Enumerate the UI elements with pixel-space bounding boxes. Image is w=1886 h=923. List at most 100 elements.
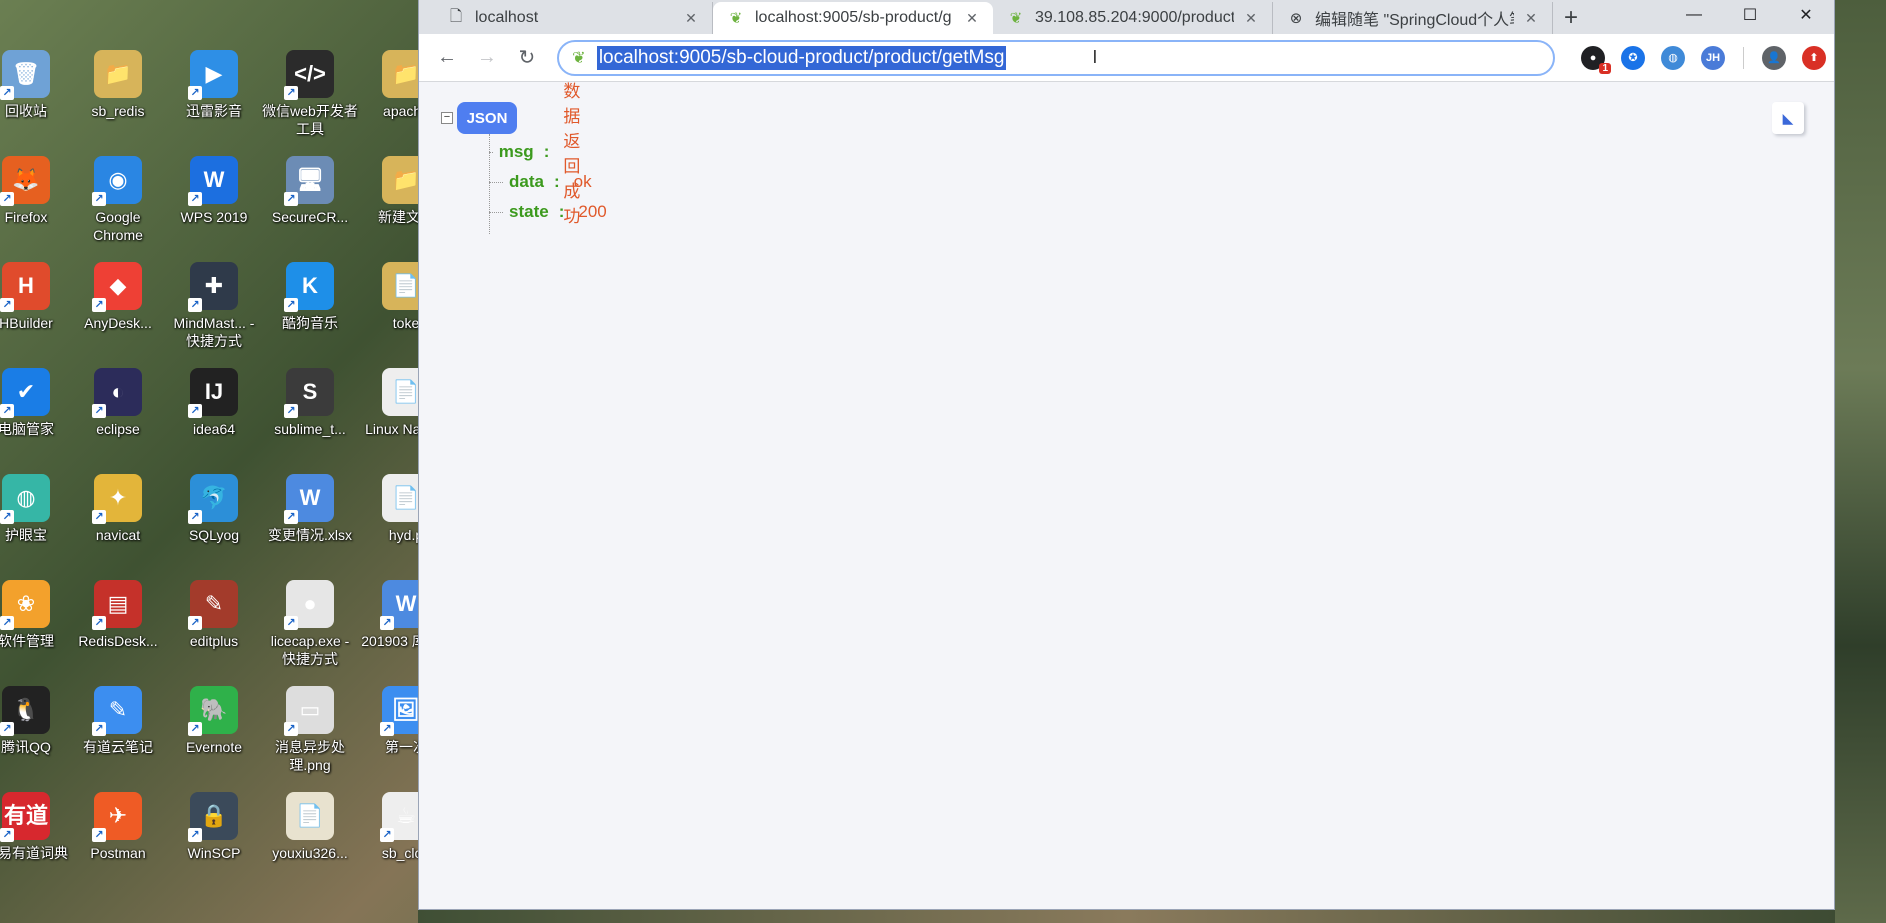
shortcut-icon: 📁 [382,50,418,98]
tab-localhost[interactable]: 🗋 localhost ✕ [433,2,713,34]
desktop-shortcut[interactable]: 🗑 回收站 [0,50,74,120]
shortcut-label: hyd.p [388,527,418,543]
shortcut-label: 回收站 [5,103,47,119]
json-row-data: data : ok [489,172,592,192]
desktop-shortcut[interactable]: IJ idea64 [166,368,262,438]
shortcut-label: WPS 2019 [180,209,248,225]
shortcut-icon: ● [284,580,334,630]
shortcut-label: WinSCP [187,845,241,861]
desktop-shortcut[interactable]: 📁 新建文件 [358,156,418,226]
profile-icon[interactable]: 👤 [1762,45,1787,70]
desktop-shortcut[interactable]: ◍ 护眼宝 [0,474,74,544]
tab-remote-product[interactable]: ❦ 39.108.85.204:9000/product ✕ [993,2,1273,34]
desktop-shortcut[interactable]: ✎ 有道云笔记 [70,686,166,756]
desktop-shortcut[interactable]: 📄 hyd.p [358,474,418,544]
shortcut-icon: ▶ [188,50,238,100]
shortcut-icon: </> [284,50,334,100]
desktop-shortcut[interactable]: ✎ editplus [166,580,262,650]
shortcut-label: 新建文件 [378,209,418,225]
desktop-shortcut[interactable]: ✚MindMast... - 快捷方式 [166,262,262,350]
desktop-shortcut[interactable]: 📄 youxiu326... [262,792,358,862]
minimize-button[interactable]: — [1666,0,1722,30]
collapse-toggle[interactable]: − [441,112,453,124]
ext-jh-icon[interactable]: JH [1701,45,1726,70]
desktop-shortcut[interactable]: 🔒 WinSCP [166,792,262,862]
shortcut-label: 微信web开发者工具 [262,103,358,137]
desktop-wallpaper-right [1835,0,1886,923]
desktop-shortcut[interactable]: ▤ RedisDesk... [70,580,166,650]
desktop-shortcut[interactable]: W 变更情况.xlsx [262,474,358,544]
desktop-shortcut[interactable]: 🐬 SQLyog [166,474,262,544]
desktop-shortcut[interactable]: 🖼 第一次 [358,686,418,756]
desktop-shortcut[interactable]: ◆ AnyDesk... [70,262,166,332]
desktop-shortcut[interactable]: ▭消息异步处理.png [262,686,358,774]
json-row-msg: msg : 数据返回成功 [489,82,591,226]
tab-cnblogs-edit[interactable]: ⊗ 编辑随笔 "SpringCloud个人笔 ✕ [1273,2,1553,34]
desktop-shortcut[interactable]: ◐ eclipse [70,368,166,438]
desktop-shortcut[interactable]: 🐧 腾讯QQ [0,686,74,756]
shortcut-icon: 📄 [382,368,418,416]
desktop-shortcut[interactable]: ☕ sb_clou [358,792,418,862]
shortcut-icon: W [284,474,334,524]
desktop-shortcut[interactable]: ✦ navicat [70,474,166,544]
desktop-shortcut[interactable]: 📁 apache [358,50,418,120]
desktop-shortcut[interactable]: 📄 Linux Names [358,368,418,438]
shortcut-label: AnyDesk... [84,315,152,331]
spring-leaf-icon: ❦ [572,49,586,67]
shortcut-label: Postman [90,845,146,861]
new-tab-button[interactable]: + [1553,2,1589,34]
desktop-shortcut[interactable]: K 酷狗音乐 [262,262,358,332]
desktop-shortcut[interactable]: 有道网易有道词典 [0,792,74,862]
desktop-shortcut[interactable]: 📄 toke [358,262,418,332]
desktop-shortcut[interactable]: ◉Google Chrome [70,156,166,244]
json-root-badge[interactable]: JSON [457,102,517,134]
desktop-shortcut[interactable]: H HBuilder [0,262,74,332]
shortcut-icon: K [284,262,334,312]
tab-sb-product[interactable]: ❦ localhost:9005/sb-product/g ✕ [713,2,993,34]
shortcut-icon: 📄 [382,474,418,522]
tree-branch [489,181,503,183]
json-key: msg [498,142,534,161]
desktop-shortcut[interactable]: ✔ 电脑管家 [0,368,74,438]
desktop-shortcut[interactable]: Ssublime_t... [262,368,358,438]
shortcut-icon: ✈ [92,792,142,842]
spring-leaf-icon: ❦ [1009,10,1023,27]
ext-dark-icon[interactable]: ● 1 [1581,45,1612,74]
shortcut-icon: ◆ [92,262,142,312]
view-toggle-icon[interactable]: ◣ [1772,102,1804,134]
desktop-shortcut[interactable]: W 201903 库单.x [358,580,418,650]
close-icon[interactable]: ✕ [963,10,981,27]
shortcut-icon: 📄 [286,792,334,840]
forward-button[interactable]: → [469,40,505,76]
desktop-shortcut[interactable]: ❀ 软件管理 [0,580,74,650]
desktop-shortcut[interactable]: ✈ Postman [70,792,166,862]
shortcut-label: sb_clou [381,845,418,861]
shortcut-icon: ▤ [92,580,142,630]
desktop-shortcut[interactable]: ▶ 迅雷影音 [166,50,262,120]
close-icon[interactable]: ✕ [1242,10,1260,27]
close-window-button[interactable]: ✕ [1778,0,1834,30]
maximize-button[interactable]: ☐ [1722,0,1778,30]
ext-blue-circle-icon[interactable]: ✪ [1621,45,1646,70]
tree-branch [489,211,503,213]
shortcut-icon: 🐘 [188,686,238,736]
json-key: state [509,202,549,221]
reload-button[interactable]: ↻ [509,40,545,76]
desktop-shortcut[interactable]: 📁 sb_redis [70,50,166,120]
ext-globe-icon[interactable]: ◍ [1661,45,1686,70]
desktop-shortcut[interactable]: 🐘 Evernote [166,686,262,756]
shortcut-icon: ❀ [0,580,50,630]
json-value: 200 [578,202,607,221]
desktop-shortcut[interactable]: </>微信web开发者工具 [262,50,358,138]
address-bar[interactable]: ❦ localhost:9005/sb-cloud-product/produc… [556,39,1556,76]
close-icon[interactable]: ✕ [1522,10,1540,27]
desktop-shortcut[interactable]: W WPS 2019 [166,156,262,226]
shortcut-icon: ◉ [92,156,142,206]
address-url[interactable]: localhost:9005/sb-cloud-product/product/… [596,45,1007,70]
close-icon[interactable]: ✕ [682,10,700,27]
update-icon[interactable]: ⬆ [1802,45,1827,70]
desktop-shortcut[interactable]: 🦊 Firefox [0,156,74,226]
desktop-shortcut[interactable]: ●licecap.exe - 快捷方式 [262,580,358,668]
desktop-shortcut[interactable]: 🖥 SecureCR... [262,156,358,226]
back-button[interactable]: ← [429,40,465,76]
